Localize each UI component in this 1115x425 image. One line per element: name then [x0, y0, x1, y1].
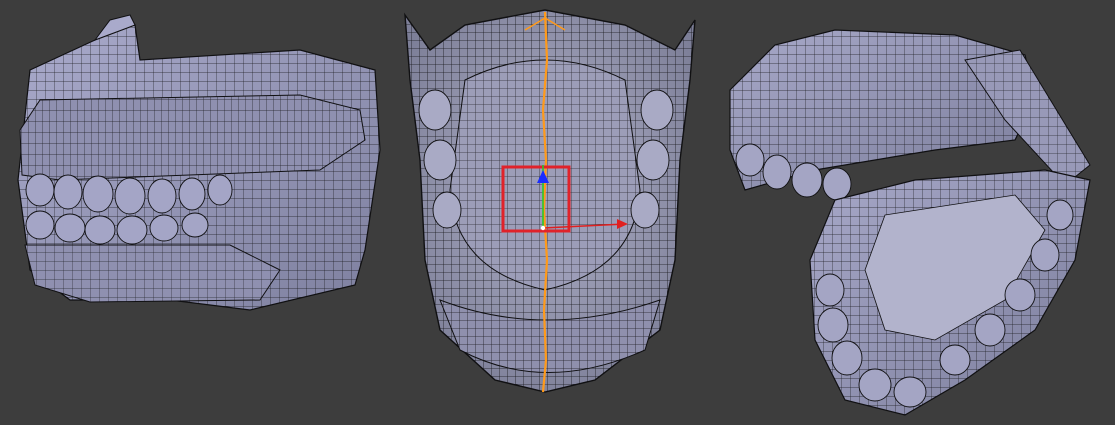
mesh-view-right[interactable]: [715, 0, 1115, 425]
mesh-view-left[interactable]: [0, 0, 390, 425]
teeth-mesh-middle[interactable]: [395, 0, 715, 425]
teeth-mesh-right[interactable]: [715, 0, 1115, 425]
3d-viewport[interactable]: [0, 0, 1115, 425]
mesh-view-middle[interactable]: [395, 0, 715, 425]
teeth-mesh-left[interactable]: [0, 0, 390, 425]
